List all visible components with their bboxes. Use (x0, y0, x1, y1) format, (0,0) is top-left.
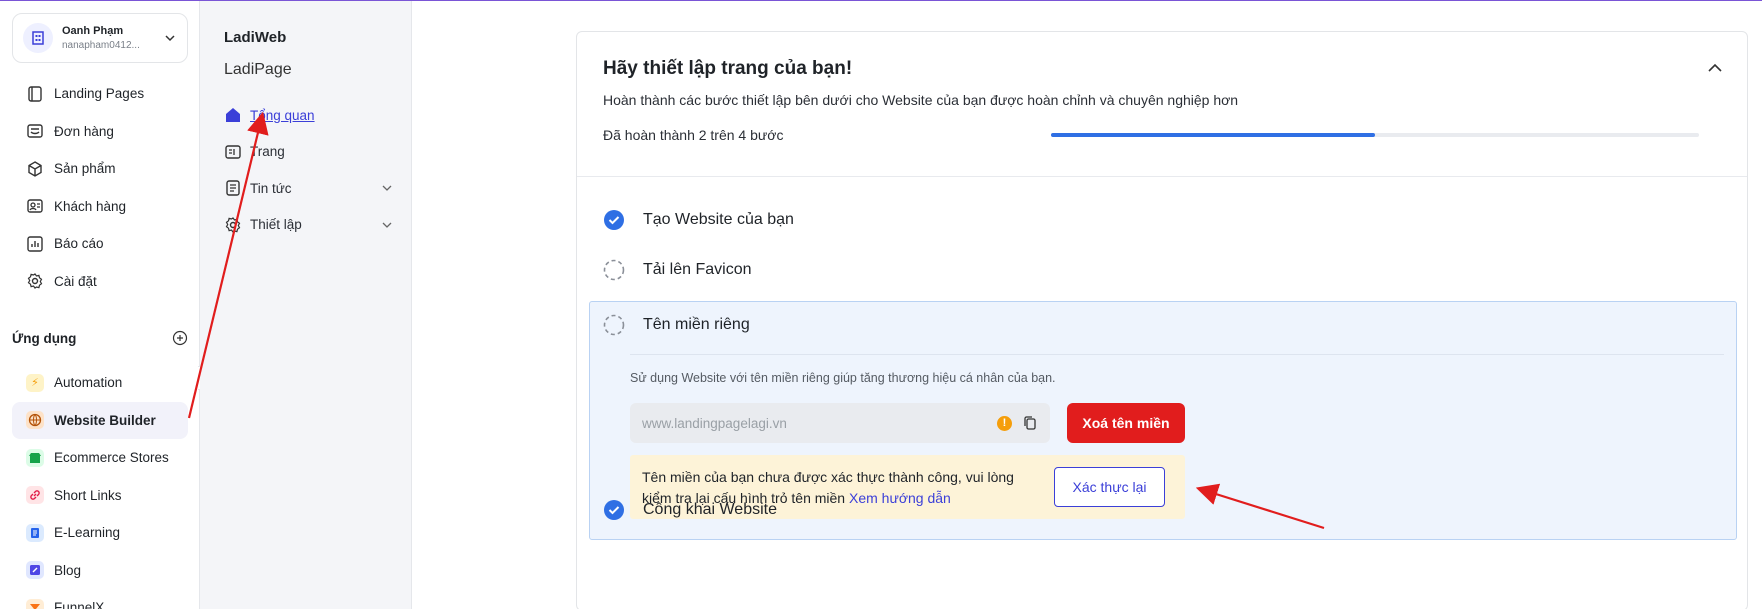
products-icon (28, 160, 42, 177)
step-label: Công khai Website (643, 501, 777, 518)
divider (630, 354, 1724, 355)
site-menu-label: Thiết lập (250, 217, 302, 233)
short-links-icon (26, 486, 44, 505)
funnelx-icon (26, 598, 44, 609)
site-menu-pages[interactable]: Trang (224, 134, 394, 171)
nav-label: Landing Pages (54, 86, 145, 102)
app-label: Automation (54, 375, 123, 391)
chevron-down-icon (165, 35, 175, 42)
account-name: Oanh Phạm (62, 25, 124, 37)
domain-field[interactable]: www.landingpagelagi.vn ! (630, 403, 1050, 443)
orders-icon (27, 124, 43, 138)
site-menu-overview[interactable]: Tổng quan (224, 97, 394, 134)
page-icon (225, 145, 241, 159)
main-content: Hãy thiết lập trang của bạn! Hoàn thành … (412, 1, 1762, 609)
copy-icon[interactable] (1022, 415, 1038, 431)
site-menu-label: Tổng quan (250, 107, 315, 123)
delete-domain-button[interactable]: Xoá tên miền (1067, 403, 1185, 443)
nav-item-settings[interactable]: Cài đặt (12, 263, 188, 301)
nav-label: Khách hàng (54, 198, 127, 214)
warning-icon: ! (997, 415, 1012, 431)
account-switcher[interactable]: Oanh Phạm nanapham0412... (12, 13, 188, 63)
progress-text: Đã hoàn thành 2 trên 4 bước (603, 127, 784, 143)
setup-card-header: Hãy thiết lập trang của bạn! Hoàn thành … (577, 32, 1747, 177)
site-name: LadiPage (224, 61, 292, 78)
step-create-website[interactable]: Tạo Website của bạn (603, 205, 794, 235)
nav-label: Báo cáo (54, 236, 104, 252)
landing-pages-icon (28, 86, 42, 102)
setup-card: Hãy thiết lập trang của bạn! Hoàn thành … (576, 31, 1748, 609)
apps-section-header: Ứng dụng (12, 327, 188, 349)
settings-icon (225, 216, 241, 233)
nav-item-customers[interactable]: Khách hàng (12, 188, 188, 226)
add-app-icon[interactable] (172, 330, 188, 346)
nav-item-reports[interactable]: Báo cáo (12, 225, 188, 263)
news-icon (226, 180, 240, 196)
app-label: Blog (54, 562, 82, 578)
site-brand: LadiWeb (224, 29, 287, 46)
setup-title: Hãy thiết lập trang của bạn! (603, 58, 853, 79)
automation-icon: ⚡ (26, 373, 44, 392)
app-item-automation[interactable]: ⚡ Automation (12, 364, 188, 402)
site-menu-news[interactable]: Tin tức (224, 170, 394, 207)
app-item-website-builder[interactable]: Website Builder (12, 401, 188, 439)
check-circle-icon (604, 500, 624, 520)
progress-bar (1051, 133, 1699, 137)
site-menu: Tổng quan Trang Tin tức Thiết lập (224, 97, 394, 243)
app-item-e-learning[interactable]: E-Learning (12, 514, 188, 552)
ecommerce-icon (26, 448, 44, 467)
step-publish-website[interactable]: Công khai Website (603, 495, 777, 525)
app-item-short-links[interactable]: Short Links (12, 477, 188, 515)
chevron-down-icon[interactable] (380, 218, 394, 232)
app-item-blog[interactable]: Blog (12, 552, 188, 590)
step-label: Tải lên Favicon (643, 261, 752, 278)
step-custom-domain[interactable]: Tên miền riêng (603, 310, 750, 340)
building-icon (23, 23, 53, 53)
blog-icon (26, 561, 44, 580)
main-sidebar: Oanh Phạm nanapham0412... Landing Pages … (0, 1, 200, 609)
domain-value: www.landingpagelagi.vn (642, 415, 787, 431)
reverify-button[interactable]: Xác thực lại (1054, 467, 1165, 507)
chevron-down-icon[interactable] (380, 181, 394, 195)
nav-item-orders[interactable]: Đơn hàng (12, 113, 188, 151)
main-nav: Landing Pages Đơn hàng Sản phẩm Khách hà… (12, 75, 188, 300)
reports-icon (27, 236, 43, 252)
customers-icon (27, 199, 43, 213)
app-label: Short Links (54, 487, 122, 503)
nav-label: Cài đặt (54, 273, 97, 289)
apps-heading: Ứng dụng (12, 330, 77, 346)
settings-icon (27, 273, 43, 290)
app-label: Ecommerce Stores (54, 450, 169, 466)
domain-hint: Sử dụng Website với tên miền riêng giúp … (630, 371, 1056, 385)
site-menu-settings[interactable]: Thiết lập (224, 207, 394, 244)
setup-description: Hoàn thành các bước thiết lập bên dưới c… (603, 92, 1239, 108)
apps-list: ⚡ Automation Website Builder Ecommerce S… (12, 364, 188, 609)
pending-circle-icon (603, 314, 625, 336)
app-label: Website Builder (54, 412, 156, 428)
account-email: nanapham0412... (62, 40, 140, 51)
app-item-ecommerce-stores[interactable]: Ecommerce Stores (12, 439, 188, 477)
progress-bar-fill (1051, 133, 1375, 137)
home-icon (226, 108, 240, 123)
pending-circle-icon (603, 259, 625, 281)
nav-label: Đơn hàng (54, 123, 114, 139)
step-upload-favicon[interactable]: Tải lên Favicon (603, 255, 752, 285)
view-guide-link[interactable]: Xem hướng dẫn (849, 490, 951, 506)
app-label: E-Learning (54, 525, 121, 541)
chevron-up-icon[interactable] (1705, 58, 1725, 78)
e-learning-icon (26, 523, 44, 542)
site-panel: LadiWeb LadiPage Tổng quan Trang Tin tức… (200, 1, 412, 609)
site-menu-label: Trang (250, 144, 285, 160)
nav-label: Sản phẩm (54, 161, 116, 177)
app-label: FunnelX (54, 600, 105, 609)
nav-item-products[interactable]: Sản phẩm (12, 150, 188, 188)
step-label: Tạo Website của bạn (643, 211, 794, 228)
step-label: Tên miền riêng (643, 316, 750, 333)
site-menu-label: Tin tức (250, 180, 292, 196)
app-item-funnelx[interactable]: FunnelX (12, 589, 188, 609)
nav-item-landing-pages[interactable]: Landing Pages (12, 75, 188, 113)
website-builder-icon (26, 411, 44, 430)
check-circle-icon (604, 210, 624, 230)
